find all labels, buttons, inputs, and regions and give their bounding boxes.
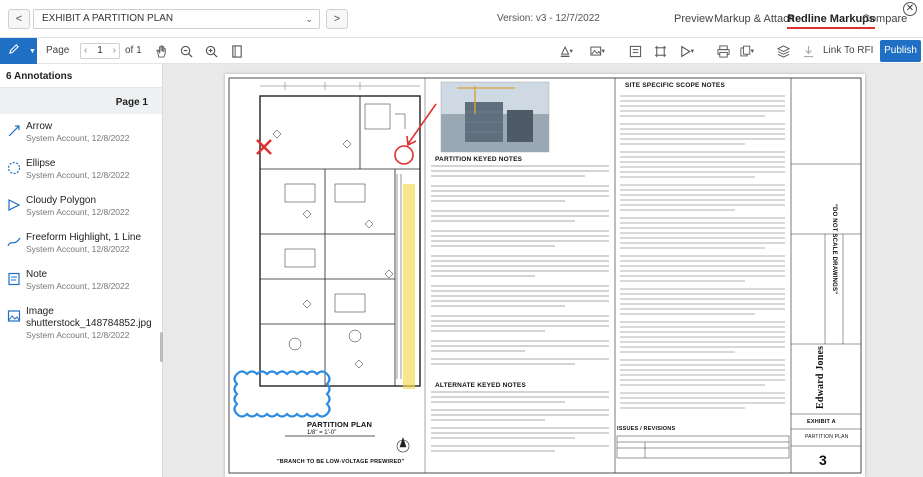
svg-text:▼: ▼ bbox=[570, 49, 574, 54]
copy-icon[interactable]: ▼ bbox=[740, 43, 756, 59]
annotation-meta: System Account, 12/8/2022 bbox=[26, 207, 130, 217]
floor-plan-drawing bbox=[228, 77, 862, 474]
svg-text:▼: ▼ bbox=[602, 49, 606, 54]
annotation-meta: System Account, 12/8/2022 bbox=[26, 330, 130, 340]
annotation-item-cloudy-polygon[interactable]: Cloudy Polygon System Account, 12/8/2022 bbox=[0, 188, 162, 225]
image-markup bbox=[440, 81, 550, 153]
arrow-icon bbox=[8, 125, 20, 137]
play-icon[interactable]: ▼ bbox=[680, 43, 696, 59]
markup-toolbar: ▼ Page ‹ 1 › of 1 ▼ ▼ ▼ ▼ Link To RFI Pu… bbox=[0, 38, 923, 64]
print-icon[interactable] bbox=[715, 43, 731, 59]
document-canvas[interactable]: SITE SPECIFIC SCOPE NOTES PARTITION KEYE… bbox=[163, 64, 923, 477]
annotation-type: Cloudy Polygon bbox=[26, 195, 97, 206]
annotation-type: Arrow bbox=[26, 121, 53, 132]
svg-text:▼: ▼ bbox=[751, 49, 755, 54]
text-box-icon[interactable] bbox=[627, 43, 643, 59]
drawing-sheet: SITE SPECIFIC SCOPE NOTES PARTITION KEYE… bbox=[225, 74, 865, 477]
pen-icon bbox=[8, 44, 19, 58]
do-not-scale-note: "DO NOT SCALE DRAWINGS" bbox=[831, 204, 837, 295]
fill-color-icon[interactable]: ▼ bbox=[558, 43, 574, 59]
page-group-header: Page 1 bbox=[0, 88, 162, 114]
arrow-markup bbox=[406, 103, 437, 147]
page-number-input[interactable]: ‹ 1 › bbox=[80, 43, 120, 59]
alternate-keyed-notes-title: ALTERNATE KEYED NOTES bbox=[435, 382, 526, 389]
annotation-item-freeform-highlight[interactable]: Freeform Highlight, 1 Line System Accoun… bbox=[0, 225, 162, 262]
document-select[interactable]: EXHIBIT A PARTITION PLAN ⌄ bbox=[33, 9, 320, 29]
zoom-in-icon[interactable] bbox=[203, 43, 219, 59]
brand-logo: Edward Jones bbox=[815, 345, 826, 409]
site-specific-scope-notes-title: SITE SPECIFIC SCOPE NOTES bbox=[625, 82, 725, 89]
zoom-out-icon[interactable] bbox=[178, 43, 194, 59]
annotation-item-note[interactable]: Note System Account, 12/8/2022 bbox=[0, 262, 162, 299]
annotations-sidebar: 6 Annotations Page 1 Arrow System Accoun… bbox=[0, 64, 163, 477]
annotation-item-ellipse[interactable]: Ellipse System Account, 12/8/2022 bbox=[0, 151, 162, 188]
pan-hand-icon[interactable] bbox=[153, 43, 169, 59]
branch-low-voltage-note: "BRANCH TO BE LOW-VOLTAGE PREWIRED" bbox=[277, 459, 405, 465]
annotation-meta: System Account, 12/8/2022 bbox=[26, 170, 130, 180]
image-icon bbox=[7, 310, 21, 322]
partition-plan-title: PARTITION PLAN bbox=[307, 420, 373, 429]
page-label: Page bbox=[46, 45, 70, 56]
previous-document-button[interactable]: < bbox=[8, 9, 30, 29]
crop-select-icon[interactable] bbox=[652, 43, 668, 59]
cloud-polygon-icon bbox=[8, 199, 21, 211]
ellipse-markup bbox=[394, 145, 414, 165]
sheet-title-label: PARTITION PLAN bbox=[805, 434, 849, 440]
link-to-rfi-button[interactable]: Link To RFI bbox=[823, 45, 873, 56]
note-icon bbox=[8, 272, 20, 286]
annotation-item-image[interactable]: Image shutterstock_148784852.jpg System … bbox=[0, 299, 162, 346]
annotation-meta: System Account, 12/8/2022 bbox=[26, 281, 130, 291]
partition-keyed-notes-title: PARTITION KEYED NOTES bbox=[435, 156, 523, 163]
top-bar: < EXHIBIT A PARTITION PLAN ⌄ > Version: … bbox=[0, 0, 923, 38]
annotation-type: Freeform Highlight, 1 Line bbox=[26, 232, 142, 243]
tab-preview[interactable]: Preview bbox=[674, 13, 713, 25]
pen-tool-button[interactable]: ▼ bbox=[0, 38, 37, 64]
plan-scale-label: 1/8" = 1'-0" bbox=[307, 430, 337, 436]
annotation-meta: System Account, 12/8/2022 bbox=[26, 244, 130, 254]
page-count-label: of 1 bbox=[125, 45, 142, 56]
version-label: Version: v3 - 12/7/2022 bbox=[497, 13, 600, 24]
annotation-item-arrow[interactable]: Arrow System Account, 12/8/2022 bbox=[0, 114, 162, 151]
stamp-image-icon[interactable]: ▼ bbox=[590, 43, 606, 59]
chevron-down-icon: ⌄ bbox=[305, 14, 313, 24]
sheet-number: 3 bbox=[819, 452, 827, 468]
page-prev-icon[interactable]: ‹ bbox=[84, 44, 87, 58]
tab-compare[interactable]: Compare bbox=[862, 13, 907, 25]
tab-markup-attach[interactable]: Markup & Attach bbox=[714, 13, 795, 25]
annotation-type: Note bbox=[26, 269, 48, 280]
publish-button[interactable]: Publish bbox=[880, 40, 921, 62]
annotation-type: Image bbox=[26, 306, 54, 317]
red-x-markup bbox=[256, 139, 272, 155]
close-icon[interactable]: ✕ bbox=[903, 2, 917, 16]
svg-text:▼: ▼ bbox=[691, 49, 695, 54]
layers-icon[interactable] bbox=[775, 43, 791, 59]
download-icon[interactable] bbox=[800, 43, 816, 59]
ellipse-icon bbox=[7, 161, 21, 175]
cloudy-polygon-markup bbox=[233, 370, 331, 418]
caret-down-icon: ▼ bbox=[29, 47, 36, 55]
annotation-meta: System Account, 12/8/2022 bbox=[26, 133, 130, 143]
issues-revisions-title: ISSUES / REVISIONS bbox=[617, 426, 676, 432]
page-number-value: 1 bbox=[97, 45, 103, 56]
annotation-type: Ellipse bbox=[26, 158, 56, 169]
next-document-button[interactable]: > bbox=[326, 9, 348, 29]
freeform-highlight-markup bbox=[403, 184, 415, 389]
exhibit-label: EXHIBIT A bbox=[807, 419, 836, 425]
page-next-icon[interactable]: › bbox=[113, 44, 116, 58]
document-name: EXHIBIT A PARTITION PLAN bbox=[42, 13, 174, 24]
fit-page-icon[interactable] bbox=[229, 43, 245, 59]
annotations-count-title: 6 Annotations bbox=[0, 64, 162, 88]
annotation-filename: shutterstock_148784852.jpg bbox=[26, 318, 152, 329]
highlight-icon bbox=[7, 237, 21, 247]
